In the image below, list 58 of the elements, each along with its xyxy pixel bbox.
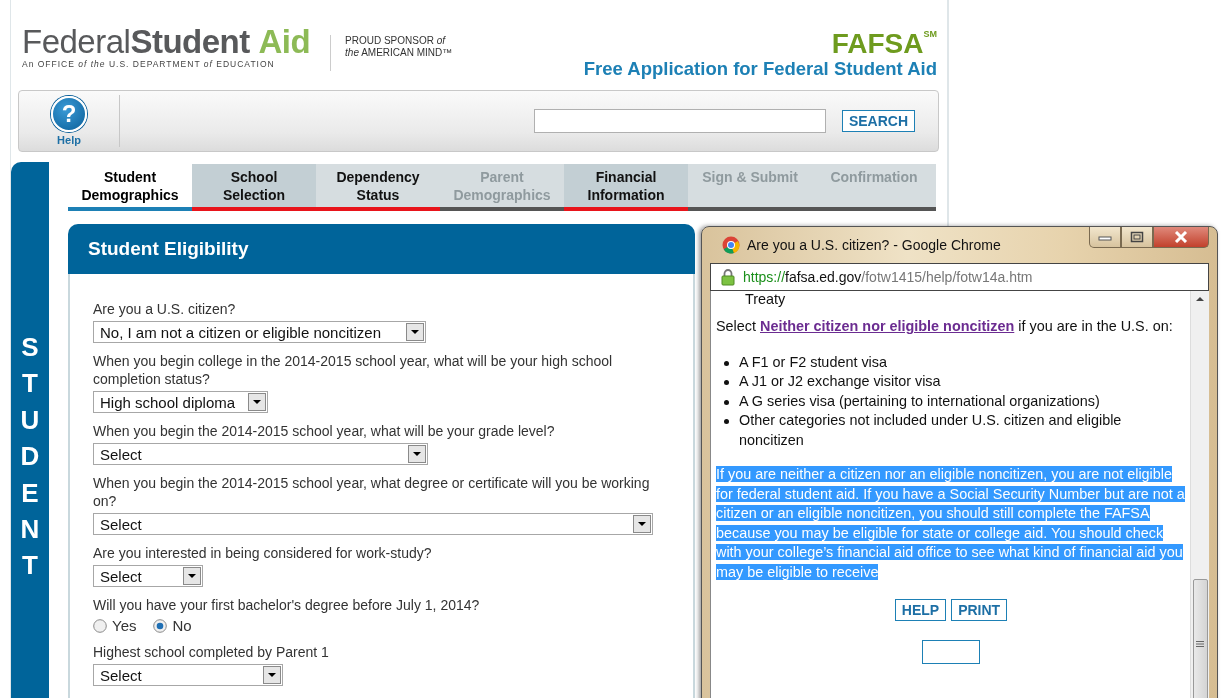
close-button[interactable] [1153, 227, 1209, 248]
dropdown[interactable]: Select [93, 443, 428, 465]
logo-tagline: An OFFICE of the U.S. DEPARTMENT of EDUCATION [22, 59, 276, 69]
grip-icon [1195, 640, 1205, 648]
list-item-text: A G series visa (pertaining to international organizations) [739, 391, 1100, 411]
question-label: Are you interested in being considered for work-study? [93, 544, 433, 562]
selected-paragraph: If you are neither a citizen nor an eligible noncitizen, you are not eligible for federal student aid. If you have a Social Security Number but are not a citizen or an eligible noncitizen, you should still complete the FAFSA because you may be eligible for state or college aid. You should check with your college’s financial aid office to see what kind of financial aid you may be eligible to receive [715, 465, 1186, 582]
question-label: When you begin the 2014-2015 school year, what will be your grade level? [93, 422, 556, 440]
question-label: Are you a U.S. citizen? [93, 300, 237, 318]
maximize-icon [1130, 231, 1144, 243]
bullet-icon [724, 380, 729, 385]
fafsa-logo: FAFSA$^{SM}$ [830, 27, 937, 58]
step-tab[interactable]: Dependency Status [316, 164, 440, 211]
search-button[interactable]: SEARCH [841, 110, 915, 132]
list-item-text: Other categories not included under U.S. citizen and eligible noncitizen [739, 411, 1123, 450]
dropdown[interactable]: High school diploma [93, 391, 268, 413]
maximize-button[interactable] [1121, 227, 1153, 248]
minimize-button[interactable] [1089, 227, 1121, 248]
radio-label[interactable]: No [172, 617, 192, 634]
radio-button[interactable] [153, 618, 168, 633]
fafsa-subtitle: Free Application for Federal Student Aid [583, 58, 937, 80]
search-field[interactable] [533, 109, 826, 133]
dropdown[interactable]: Select [93, 513, 653, 535]
question-label: When you begin the 2014-2015 school year, what degree or certificate will you be working on? [93, 474, 651, 510]
dropdown[interactable]: Select [93, 664, 283, 686]
section-label: STUDENT [19, 331, 41, 583]
step-tab[interactable]: Financial Information [564, 164, 688, 211]
scroll-thumb[interactable] [1192, 579, 1208, 698]
bullet-icon [724, 360, 729, 366]
question-label: Highest school completed by Parent 1 [93, 643, 330, 661]
sponsor-text: the AMERICAN MIND™ [345, 47, 453, 59]
address-bar[interactable]: https://fafsa.ed.gov/fotw1415/help/fotw14a.htm [710, 263, 1209, 291]
scrollbar[interactable] [1190, 291, 1209, 698]
question-label: Will you have your first bachelor's degree before July 1, 2014? [93, 596, 481, 614]
radio-label[interactable]: Yes [112, 617, 137, 634]
bullet-icon [724, 419, 729, 424]
browser-icon [722, 236, 740, 254]
help-text: Treaty [744, 291, 787, 307]
agency-logo[interactable]: FederalStudent Aid [22, 25, 311, 59]
dropdown[interactable]: Select [93, 565, 203, 587]
window-title: Are you a U.S. citizen? - Google Chrome [747, 237, 1001, 253]
sponsor-text: PROUD SPONSOR of [345, 35, 447, 47]
popup-button[interactable]: HELP [894, 599, 947, 621]
bullet-icon [724, 399, 729, 405]
radio-button[interactable] [93, 618, 107, 633]
panel-title: Student Eligibility [88, 238, 249, 260]
list-item-text: A F1 or F2 student visa [739, 352, 887, 372]
popup-button[interactable] [922, 640, 980, 664]
list-item-text: A J1 or J2 exchange visitor visa [739, 372, 941, 391]
help-link[interactable]: Neither citizen nor eligible noncitizen [760, 318, 1015, 334]
step-tab[interactable]: School Selection [192, 164, 316, 211]
help-button[interactable]: ? Help [19, 96, 119, 146]
question-label: When you begin college in the 2014-2015 school year, what will be your high school completion status? [93, 352, 614, 388]
close-icon [1174, 231, 1188, 243]
help-paragraph: Select Neither citizen nor eligible noncitizen if you are in the U.S. on: [716, 317, 1174, 336]
popup-button[interactable]: PRINT [951, 599, 1008, 621]
dropdown[interactable]: No, I am not a citizen or eligible noncitizen [93, 321, 426, 343]
lock-icon [721, 268, 735, 286]
